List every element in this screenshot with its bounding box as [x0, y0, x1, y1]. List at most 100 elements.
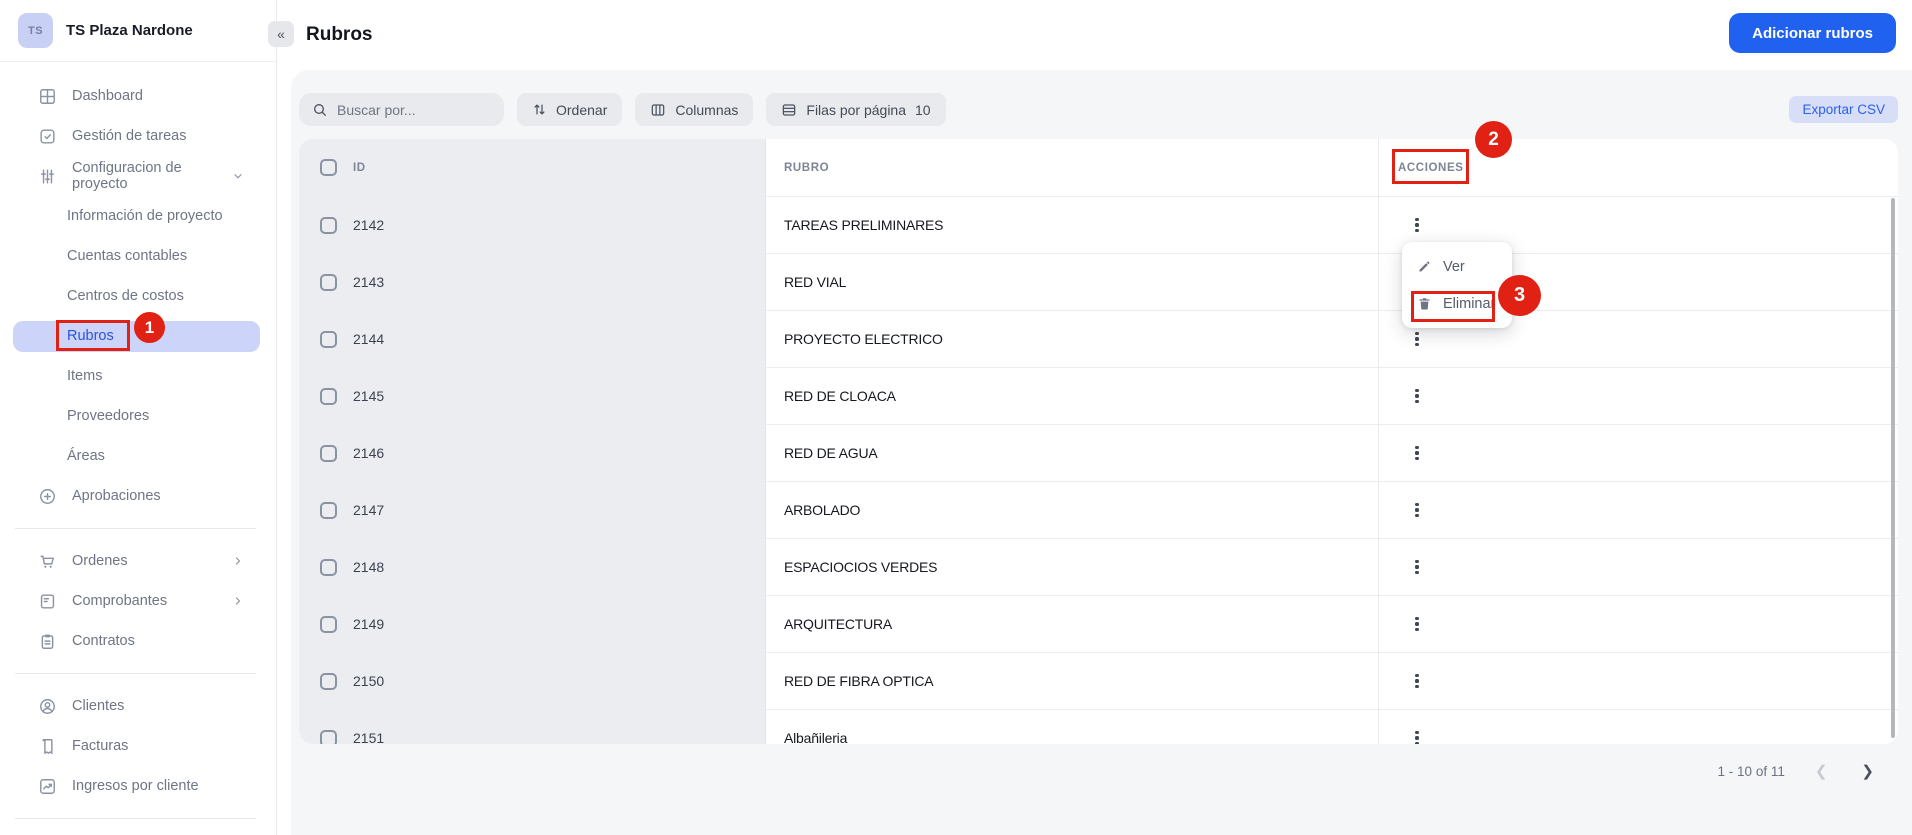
add-rubros-button[interactable]: Adicionar rubros [1729, 13, 1896, 53]
row-rubro: ARQUITECTURA [784, 616, 893, 632]
menu-item-ver[interactable]: Ver [1402, 248, 1512, 285]
select-all-checkbox[interactable] [320, 159, 337, 176]
rows-per-page-label: Filas por página [806, 101, 907, 118]
row-rubro: TAREAS PRELIMINARES [784, 217, 944, 233]
rows-per-page-button[interactable]: Filas por página 10 [766, 93, 946, 126]
row-id: 2145 [353, 388, 385, 404]
sidebar-item-aprobaciones[interactable]: Aprobaciones [0, 476, 276, 516]
rubro-cell: ARBOLADO [766, 482, 1379, 538]
row-id: 2143 [353, 274, 385, 290]
id-cell: 2150 [299, 653, 766, 709]
row-checkbox[interactable] [320, 729, 337, 744]
row-id: 2150 [353, 673, 385, 689]
pagination-next-button[interactable]: ❯ [1857, 760, 1878, 782]
row-id: 2148 [353, 559, 385, 575]
columns-button[interactable]: Columnas [635, 93, 754, 126]
rubro-header-cell: RUBRO [766, 139, 1379, 196]
workspace-name: TS Plaza Nardone [66, 22, 193, 39]
sidebar-item-comprobantes[interactable]: Comprobantes [0, 581, 276, 621]
rows-icon [781, 102, 797, 118]
row-actions-kebab-button[interactable] [1406, 611, 1428, 637]
actions-cell [1379, 539, 1898, 595]
search-icon [312, 102, 328, 118]
sidebar-item-clientes[interactable]: Clientes [0, 686, 276, 726]
sidebar-item-label: Áreas [67, 448, 105, 464]
columns-icon [650, 102, 666, 118]
row-actions-kebab-button[interactable] [1406, 497, 1428, 523]
sidebar-item-centros-de-costos[interactable]: Centros de costos [0, 276, 276, 316]
table-scrollbar[interactable] [1891, 198, 1895, 738]
search-input[interactable] [337, 101, 487, 118]
row-checkbox[interactable] [320, 387, 337, 405]
annotation-box-rubros [56, 320, 130, 351]
sidebar-item-label: Cuentas contables [67, 248, 188, 264]
sidebar-item-dashboard[interactable]: Dashboard [0, 76, 276, 116]
row-rubro: RED DE AGUA [784, 445, 878, 461]
pagination-range: 1 - 10 of 11 [1717, 763, 1785, 779]
table-header-row: ID RUBRO ACCIONES [299, 139, 1898, 196]
row-checkbox[interactable] [320, 273, 337, 291]
sort-button[interactable]: Ordenar [517, 93, 623, 126]
sidebar-item-label: Clientes [72, 698, 125, 714]
annotation-box-eliminar [1411, 291, 1495, 322]
sidebar-item-gestion-de-tareas[interactable]: Gestión de tareas [0, 116, 276, 156]
circle-plus-icon [38, 487, 57, 506]
sidebar-item-label: Gestión de tareas [72, 128, 187, 144]
rubro-cell: RED DE CLOACA [766, 368, 1379, 424]
table-row: 2148 ESPACIOCIOS VERDES [299, 538, 1898, 595]
sidebar-item-label: Dashboard [72, 88, 143, 104]
row-checkbox[interactable] [320, 672, 337, 690]
row-id: 2149 [353, 616, 385, 632]
sort-label: Ordenar [556, 101, 608, 118]
sidebar-item-proveedores[interactable]: Proveedores [0, 396, 276, 436]
row-actions-kebab-button[interactable] [1406, 440, 1428, 466]
sidebar-collapse-button[interactable]: « [268, 21, 294, 47]
row-id: 2144 [353, 331, 385, 347]
row-actions-kebab-button[interactable] [1406, 725, 1428, 744]
sidebar-item-items[interactable]: Items [0, 356, 276, 396]
table-row: 2150 RED DE FIBRA OPTICA [299, 652, 1898, 709]
row-actions-kebab-button[interactable] [1406, 554, 1428, 580]
rubro-cell: ESPACIOCIOS VERDES [766, 539, 1379, 595]
sidebar: TS TS Plaza Nardone Dashboard Gestión de… [0, 0, 277, 835]
pagination-prev-button[interactable]: ❮ [1811, 760, 1832, 782]
chart-icon [38, 777, 57, 796]
sidebar-item-informacion-de-proyecto[interactable]: Información de proyecto [0, 196, 276, 236]
sidebar-item-contratos[interactable]: Contratos [0, 621, 276, 661]
row-actions-kebab-button[interactable] [1406, 383, 1428, 409]
sidebar-item-areas[interactable]: Áreas [0, 436, 276, 476]
tasks-icon [38, 127, 57, 146]
search-box[interactable] [299, 93, 504, 126]
export-csv-button[interactable]: Exportar CSV [1789, 96, 1898, 123]
row-rubro: ESPACIOCIOS VERDES [784, 559, 938, 575]
sidebar-item-ingresos-por-cliente[interactable]: Ingresos por cliente [0, 766, 276, 806]
row-checkbox[interactable] [320, 558, 337, 576]
actions-cell [1379, 425, 1898, 481]
row-checkbox[interactable] [320, 330, 337, 348]
row-checkbox[interactable] [320, 444, 337, 462]
sidebar-divider [15, 673, 256, 674]
row-checkbox[interactable] [320, 615, 337, 633]
row-id: 2142 [353, 217, 385, 233]
rubro-column-header: RUBRO [784, 161, 830, 174]
table-row: 2147 ARBOLADO [299, 481, 1898, 538]
row-checkbox[interactable] [320, 216, 337, 234]
row-checkbox[interactable] [320, 501, 337, 519]
sliders-icon [38, 167, 57, 186]
sort-arrows-icon [532, 102, 547, 117]
actions-cell [1379, 653, 1898, 709]
row-actions-kebab-button[interactable] [1406, 668, 1428, 694]
row-actions-kebab-button[interactable] [1406, 212, 1428, 238]
sidebar-item-cuentas-contables[interactable]: Cuentas contables [0, 236, 276, 276]
sidebar-item-label: Aprobaciones [72, 488, 161, 504]
id-cell: 2145 [299, 368, 766, 424]
row-rubro: RED VIAL [784, 274, 847, 290]
rows-per-page-value: 10 [915, 101, 931, 118]
sidebar-item-label: Información de proyecto [67, 208, 223, 224]
sidebar-item-configuracion-de-proyecto[interactable]: Configuracion de proyecto [0, 156, 276, 196]
rubro-cell: ARQUITECTURA [766, 596, 1379, 652]
rubro-cell: TAREAS PRELIMINARES [766, 197, 1379, 253]
row-actions-kebab-button[interactable] [1406, 326, 1428, 352]
sidebar-item-ordenes[interactable]: Ordenes [0, 541, 276, 581]
sidebar-item-facturas[interactable]: Facturas [0, 726, 276, 766]
